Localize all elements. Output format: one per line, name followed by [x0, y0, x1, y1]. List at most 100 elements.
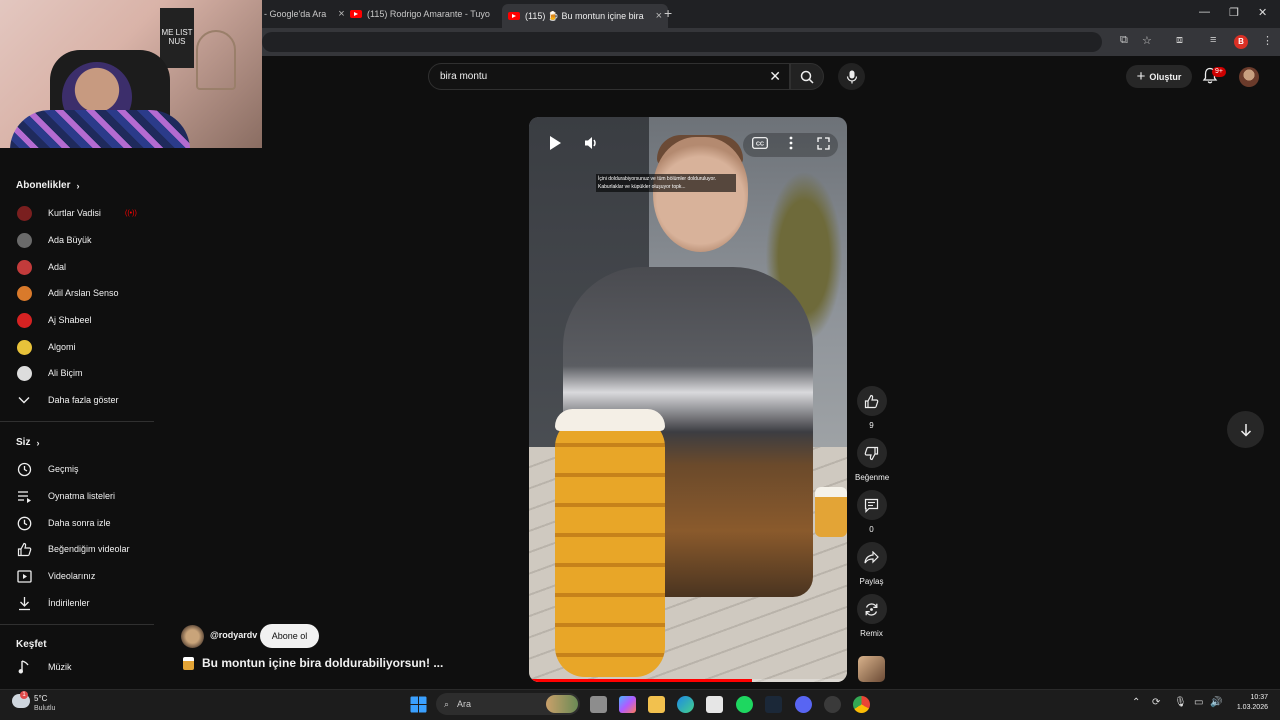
copilot-icon[interactable] — [619, 696, 636, 713]
short-title-text: Bu montun içine bira doldurabiliyorsun! … — [202, 656, 444, 670]
sidebar-item-playlists[interactable]: Oynatma listeleri — [0, 484, 154, 508]
speaker-icon[interactable]: 🔊 — [1210, 697, 1222, 708]
tab-google-search[interactable]: - Google'da Ara × — [258, 4, 351, 24]
comments-button[interactable] — [856, 490, 887, 520]
sync-icon[interactable]: ⟳ — [1152, 697, 1160, 708]
comment-count: 0 — [869, 525, 874, 534]
new-tab-icon[interactable]: + — [664, 5, 672, 21]
sidebar-item-aj-shabeel[interactable]: Aj Shabeel — [0, 308, 154, 332]
microphone-tray-icon[interactable]: 🎙 — [1174, 697, 1187, 708]
sidebar-item-music[interactable]: Müzik — [0, 655, 154, 679]
sidebar-item-your-videos[interactable]: Videolarınız — [0, 564, 154, 588]
audio-source-thumbnail[interactable] — [858, 656, 885, 682]
weather-temperature[interactable]: 5°C — [34, 694, 47, 703]
tab-rodrigo-amarante[interactable]: (115) Rodrigo Amarante - Tuyo × — [344, 4, 514, 24]
channel-avatar — [16, 339, 32, 355]
search-button[interactable] — [790, 63, 824, 90]
notification-count-badge: 9+ — [1212, 67, 1226, 77]
youtube-favicon-icon — [350, 10, 362, 18]
extensions-icon[interactable]: ⧈ — [1176, 34, 1183, 47]
arrow-down-icon — [1240, 423, 1251, 437]
close-window-icon[interactable]: ✕ — [1258, 6, 1267, 19]
weather-description[interactable]: Bulutlu — [34, 705, 55, 712]
edge-icon[interactable] — [677, 696, 694, 713]
short-title[interactable]: Bu montun içine bira doldurabiliyorsun! … — [183, 656, 443, 670]
watch-later-icon — [17, 516, 31, 530]
dislike-action: Beğenme — [855, 438, 890, 482]
dislike-label: Beğenme — [855, 473, 890, 482]
taskbar-clock[interactable]: 10:37 1.03.2026 — [1232, 693, 1268, 713]
search-value: bira montu — [440, 71, 488, 82]
taskbar-search-input[interactable]: ⌕ Ara — [436, 693, 580, 715]
spotify-icon[interactable] — [736, 696, 753, 713]
file-explorer-icon[interactable] — [648, 696, 665, 713]
restore-icon[interactable]: ❐ — [1229, 6, 1239, 19]
account-avatar[interactable] — [1239, 67, 1259, 87]
more-options-button[interactable] — [778, 130, 804, 156]
close-tab-icon[interactable]: × — [656, 10, 662, 22]
play-button[interactable] — [542, 130, 568, 156]
media-control-icon[interactable]: ≡ — [1210, 34, 1216, 46]
explore-section-title: Keşfet — [16, 639, 47, 650]
sidebar-divider — [0, 624, 154, 625]
you-title-label: Siz — [16, 437, 31, 448]
minimize-icon[interactable]: — — [1199, 6, 1210, 18]
sidebar-item-history[interactable]: Geçmiş — [0, 457, 154, 481]
next-short-button[interactable] — [1227, 411, 1264, 448]
microsoft-store-icon[interactable] — [706, 696, 723, 713]
clear-search-icon[interactable]: ✕ — [769, 68, 781, 85]
display-icon[interactable]: ▭ — [1194, 697, 1203, 708]
browser-menu-icon[interactable]: ⋮ — [1262, 34, 1273, 47]
sidebar-item-liked-videos[interactable]: Beğendiğim videolar — [0, 537, 154, 561]
channel-avatar[interactable] — [181, 625, 204, 648]
create-button[interactable]: + Oluştur — [1126, 65, 1192, 88]
sidebar-item-ada-buyuk[interactable]: Ada Büyük — [0, 228, 154, 252]
tab-bira-montu-active[interactable]: (115) 🍺 Bu montun içine bira × — [502, 4, 669, 28]
subscribe-button[interactable]: Abone ol — [260, 624, 319, 648]
omnibox[interactable] — [262, 32, 1102, 52]
volume-button[interactable] — [578, 130, 604, 156]
like-button[interactable] — [856, 386, 887, 416]
sidebar-item-kurtlar-vadisi[interactable]: Kurtlar Vadisi ((•)) — [0, 201, 154, 225]
remix-button[interactable] — [856, 594, 887, 624]
you-section-title[interactable]: Siz › — [16, 437, 39, 448]
wall-poster: ME LIST NUS — [160, 8, 194, 68]
dislike-button[interactable] — [856, 438, 887, 468]
subscriptions-title-label: Abonelikler — [16, 180, 71, 191]
sidebar-item-downloads[interactable]: İndirilenler — [0, 591, 154, 615]
share-button[interactable] — [856, 542, 887, 572]
weather-alert-badge: 1 — [20, 691, 28, 699]
steam-icon[interactable] — [765, 696, 782, 713]
subscriptions-title[interactable]: Abonelikler › — [16, 180, 79, 191]
svg-text:CC: CC — [756, 141, 764, 147]
sidebar-item-label: Kurtlar Vadisi — [48, 208, 101, 218]
sidebar-item-algomi[interactable]: Algomi — [0, 335, 154, 359]
cast-icon[interactable]: ⧉ — [1120, 34, 1128, 47]
task-view-icon[interactable] — [590, 696, 607, 713]
bookmark-star-icon[interactable]: ☆ — [1142, 34, 1152, 47]
music-icon — [18, 660, 29, 674]
sidebar-item-ali-bicim[interactable]: Ali Biçim — [0, 361, 154, 385]
voice-search-button[interactable] — [838, 63, 865, 90]
sidebar-item-adal[interactable]: Adal — [0, 255, 154, 279]
sidebar-item-watch-later[interactable]: Daha sonra izle — [0, 511, 154, 535]
chrome-icon[interactable] — [853, 696, 870, 713]
show-more-label: Daha fazla göster — [48, 395, 119, 405]
discord-icon[interactable] — [795, 696, 812, 713]
channel-handle[interactable]: @rodyardv — [210, 630, 257, 640]
windows-taskbar — [0, 689, 1280, 720]
sidebar-item-adil-arslan-senso[interactable]: Adil Arslan Senso — [0, 281, 154, 305]
video-progress-bar[interactable] — [529, 679, 847, 682]
search-input[interactable]: bira montu ✕ — [428, 63, 790, 90]
captions-button[interactable]: CC — [747, 130, 773, 156]
app-icon[interactable] — [824, 696, 841, 713]
show-more-button[interactable]: Daha fazla göster — [0, 388, 154, 412]
fullscreen-button[interactable] — [810, 130, 836, 156]
remix-action: Remix — [855, 594, 888, 638]
sidebar-item-label: Beğendiğim videolar — [48, 544, 130, 554]
sidebar-item-label: Daha sonra izle — [48, 518, 111, 528]
browser-profile-avatar[interactable]: B — [1234, 35, 1248, 49]
windows-start-icon[interactable] — [410, 696, 427, 713]
tray-overflow-icon[interactable]: ⌃ — [1132, 697, 1140, 708]
shorts-video-player[interactable]: CC İçini doldurabiyorsunuz ve tüm bölüml… — [529, 117, 847, 682]
